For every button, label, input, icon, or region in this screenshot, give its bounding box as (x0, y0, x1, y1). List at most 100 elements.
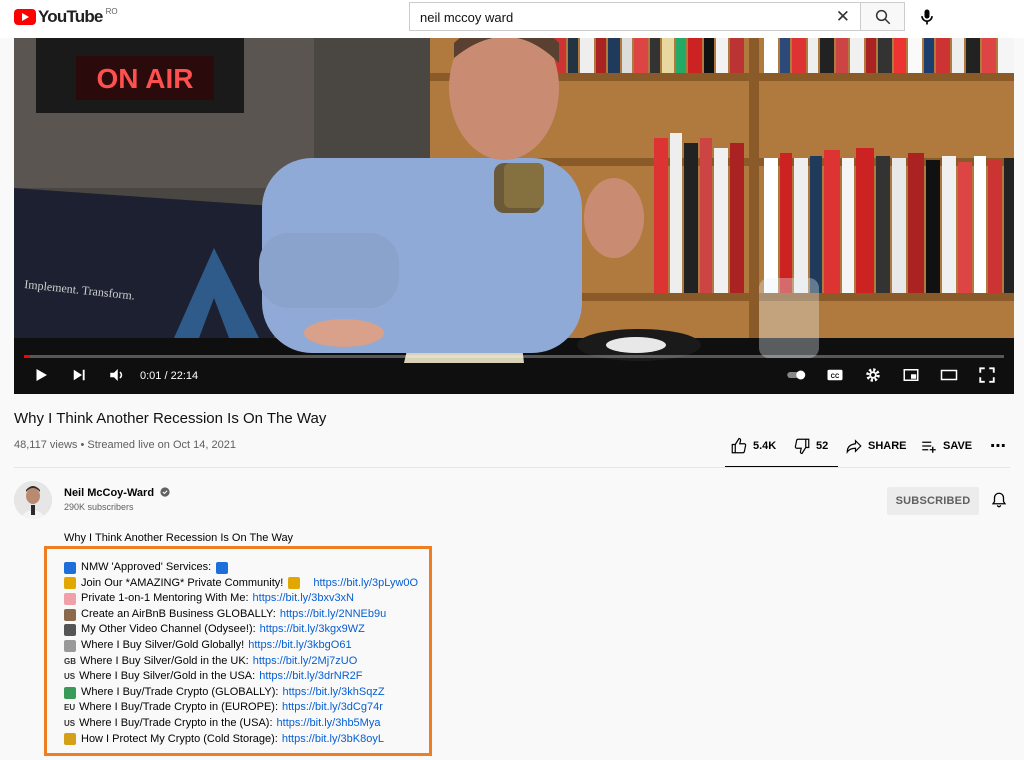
description-line-text: NMW 'Approved' Services: (81, 561, 212, 573)
youtube-logo[interactable]: YouTube RO (14, 7, 118, 27)
description-line-text: My Other Video Channel (Odysee!): (81, 623, 256, 636)
progress-bar[interactable] (24, 355, 1004, 358)
description-link[interactable]: https://bit.ly/3bxv3xN (253, 591, 355, 607)
description-line-text: Where I Buy/Trade Crypto in (EUROPE): (79, 701, 278, 714)
top-bar: YouTube RO neil mccoy ward ✕ (0, 0, 1024, 38)
next-icon[interactable] (70, 366, 88, 384)
video-player[interactable]: ON AIR Implement. Transform. 0:01 / 22:1… (14, 38, 1014, 394)
description-link[interactable]: https://bit.ly/3dCg74r (282, 700, 383, 716)
subscribed-button[interactable]: SUBSCRIBED (887, 487, 979, 515)
notification-bell-icon[interactable] (990, 491, 1008, 509)
like-button[interactable]: 5.4K (730, 437, 776, 455)
divider (14, 467, 1010, 468)
flag-icon: EU (64, 703, 76, 713)
more-actions-icon[interactable]: ⋯ (990, 436, 1006, 456)
chart-icon (64, 686, 76, 699)
play-icon[interactable] (32, 366, 50, 384)
progress-fill (24, 355, 30, 358)
share-label: SHARE (868, 440, 907, 452)
add-to-playlist-icon (922, 441, 936, 453)
verified-icon (160, 487, 170, 497)
search-input[interactable]: neil mccoy ward ✕ (409, 2, 860, 31)
description-lines: NMW 'Approved' Services: Join Our *AMAZIN… (64, 560, 418, 747)
svg-text:CC: CC (831, 374, 840, 380)
brain-icon (64, 592, 76, 605)
description-line: Where I Buy Silver/Gold Globally! https:/… (64, 638, 418, 654)
subscriber-count: 290K subscribers (64, 502, 134, 512)
description-line-text: Create an AirBnB Business GLOBALLY: (81, 607, 276, 620)
avatar-image (14, 481, 52, 519)
miniplayer-icon[interactable] (902, 366, 920, 384)
save-button[interactable]: SAVE (920, 437, 972, 455)
autoplay-toggle-icon[interactable] (784, 366, 810, 384)
down-arrow-icon (216, 561, 229, 574)
flag-icon: GB (64, 656, 76, 666)
thumbs-down-icon (794, 438, 810, 455)
description-line-text: How I Protect My Crypto (Cold Storage): (81, 732, 278, 745)
description-link[interactable]: https://bit.ly/3khSqzZ (282, 685, 384, 701)
description-line-text: Where I Buy Silver/Gold in the UK: (80, 654, 249, 667)
share-button[interactable]: SHARE (845, 437, 907, 455)
box-icon (64, 639, 76, 652)
description-line: GB Where I Buy Silver/Gold in the UK: http… (64, 654, 418, 670)
dislike-count: 52 (816, 440, 829, 452)
description-link[interactable]: https://bit.ly/2Mj7zUO (253, 654, 358, 670)
clear-search-icon[interactable]: ✕ (836, 7, 850, 27)
description-line-text: Join Our *AMAZING* Private Community! (81, 576, 284, 589)
info-icon (64, 561, 76, 574)
player-controls: 0:01 / 22:14 CC (14, 352, 1014, 394)
save-label: SAVE (943, 440, 973, 452)
description-link[interactable]: https://bit.ly/3kgx9WZ (260, 622, 365, 638)
description-link[interactable]: https://bit.ly/3bK8oyL (282, 732, 384, 748)
theater-mode-icon[interactable] (940, 366, 958, 384)
description-link[interactable]: https://bit.ly/3kbgO61 (248, 638, 351, 654)
search-query[interactable]: neil mccoy ward (420, 10, 513, 25)
description-link[interactable]: https://bit.ly/3hb5Mya (277, 716, 381, 732)
description-line: Join Our *AMAZING* Private Community! htt… (64, 576, 418, 592)
flag-icon: US (64, 672, 76, 682)
video-frame: ON AIR Implement. Transform. (14, 38, 1014, 394)
description-line-text: Where I Buy Silver/Gold in the USA: (79, 670, 256, 683)
flag-icon: US (64, 718, 76, 728)
channel-avatar[interactable] (14, 481, 52, 519)
channel-name[interactable]: Neil McCoy-Ward (64, 487, 170, 499)
description-title: Why I Think Another Recession Is On The … (64, 532, 294, 544)
description-line: US Where I Buy/Trade Crypto in the (USA):… (64, 716, 418, 732)
description-line: Create an AirBnB Business GLOBALLY: https… (64, 607, 418, 623)
video-meta: 48,117 views • Streamed live on Oct 14, … (14, 439, 236, 451)
search-button[interactable] (860, 2, 905, 31)
description-line: How I Protect My Crypto (Cold Storage): h… (64, 732, 418, 748)
description-line: NMW 'Approved' Services: (64, 560, 418, 576)
channel-name-text[interactable]: Neil McCoy-Ward (64, 487, 154, 499)
description-link[interactable]: https://bit.ly/3drNR2F (259, 669, 362, 685)
microphone-icon[interactable] (917, 7, 937, 27)
like-count: 5.4K (753, 440, 777, 452)
time-display: 0:01 / 22:14 (140, 370, 199, 382)
video-title: Why I Think Another Recession Is On The … (14, 410, 327, 427)
description-link[interactable]: https://bit.ly/3pLyw0O (313, 576, 418, 592)
share-icon (846, 439, 862, 454)
description-line-text: Where I Buy Silver/Gold Globally! (81, 638, 245, 651)
dislike-button[interactable]: 52 (793, 437, 828, 455)
captions-icon[interactable]: CC (826, 366, 844, 384)
thumbs-up-icon (731, 437, 747, 454)
description-line-text: Where I Buy/Trade Crypto (GLOBALLY): (81, 685, 279, 698)
description-line: Private 1-on-1 Mentoring With Me: https:/… (64, 591, 418, 607)
youtube-play-icon (14, 9, 36, 25)
description-line-text: Private 1-on-1 Mentoring With Me: (81, 592, 249, 605)
description-line: My Other Video Channel (Odysee!): https:/… (64, 622, 418, 638)
on-air-sign: ON AIR (97, 63, 194, 94)
description-line: EU Where I Buy/Trade Crypto in (EUROPE): h… (64, 700, 418, 716)
fullscreen-icon[interactable] (978, 366, 996, 384)
trophy-icon (64, 577, 76, 590)
description-link[interactable]: https://bit.ly/2NNEb9u (280, 607, 386, 623)
camera-icon (64, 624, 76, 637)
key-icon (64, 733, 76, 746)
volume-icon[interactable] (108, 366, 126, 384)
house-icon (64, 608, 76, 621)
description-line-text: Where I Buy/Trade Crypto in the (USA): (79, 716, 273, 729)
search-icon (875, 9, 890, 24)
description-line: Where I Buy/Trade Crypto (GLOBALLY): http… (64, 685, 418, 701)
logo-text: YouTube (38, 7, 103, 26)
settings-gear-icon[interactable] (864, 366, 882, 384)
